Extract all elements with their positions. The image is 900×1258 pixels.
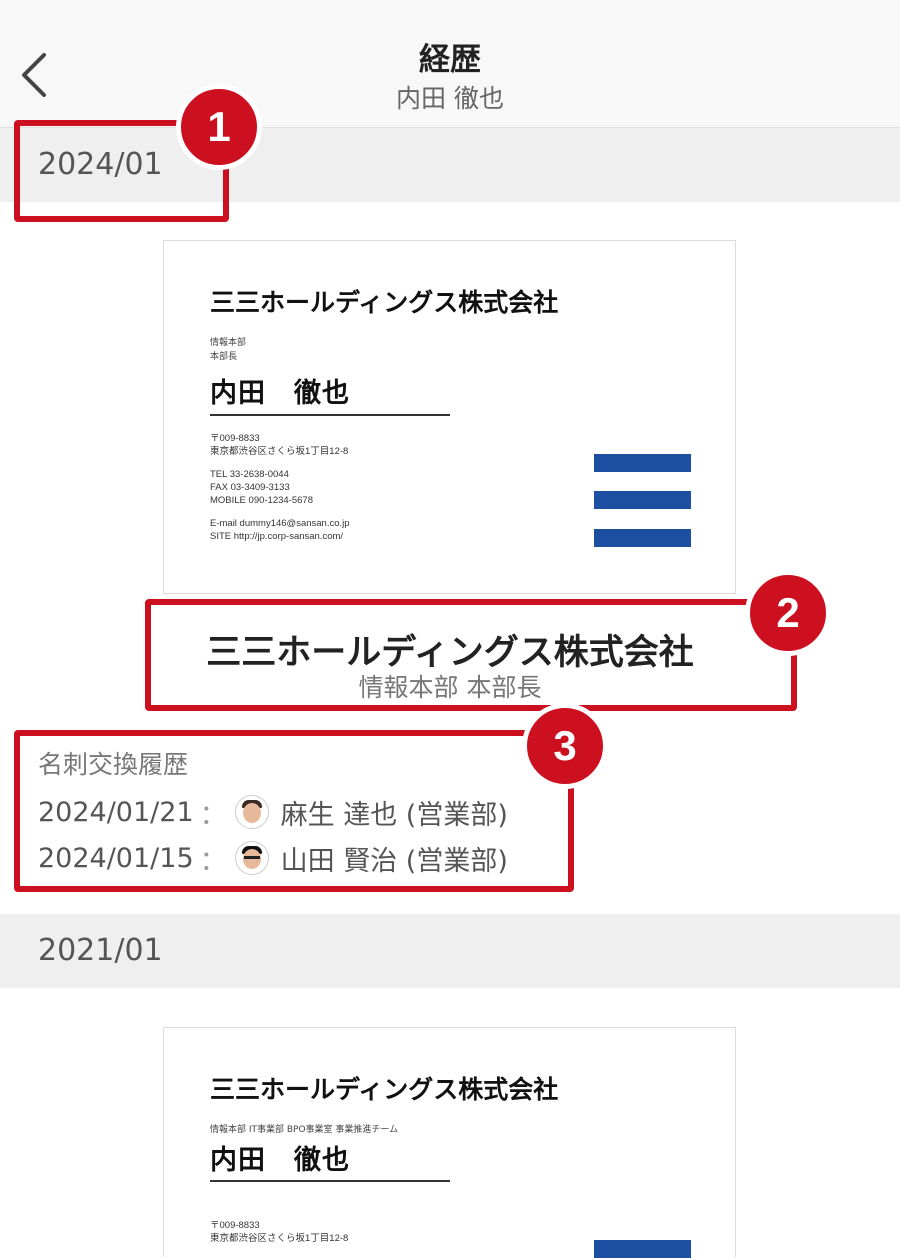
card-mobile: MOBILE 090-1234-5678 xyxy=(210,495,313,506)
card-company: 三三ホールディングス株式会社 xyxy=(210,288,559,317)
card-logo-stripe xyxy=(594,454,691,472)
card-dept: 情報本部 IT事業部 BPO事業室 事業推進チーム xyxy=(210,1125,399,1135)
annotation-badge: 3 xyxy=(522,703,608,789)
card-address: 東京都渋谷区さくら坂1丁目12-8 xyxy=(210,446,349,457)
business-card-image[interactable]: 三三ホールディングス株式会社 情報本部 IT事業部 BPO事業室 事業推進チーム… xyxy=(163,1027,736,1258)
year-section-header: 2021/01 xyxy=(0,914,900,988)
card-fax: FAX 03-3409-3133 xyxy=(210,482,290,493)
card-logo-stripe xyxy=(594,491,691,509)
annotation-box xyxy=(14,730,574,892)
card-email: E-mail dummy146@sansan.co.jp xyxy=(210,518,350,529)
annotation-box xyxy=(145,599,797,711)
card-company: 三三ホールディングス株式会社 xyxy=(210,1075,559,1104)
card-dept: 情報本部 xyxy=(210,338,247,348)
page-title: 経歴 xyxy=(419,42,481,78)
card-postal: 〒009-8833 xyxy=(210,1220,260,1231)
card-logo-stripe xyxy=(594,1240,691,1258)
card-postal: 〒009-8833 xyxy=(210,433,260,444)
card-site: SITE http://jp.corp-sansan.com/ xyxy=(210,531,344,542)
business-card-image[interactable]: 三三ホールディングス株式会社 情報本部 本部長 内田 徹也 〒009-8833 … xyxy=(163,240,736,594)
card-address: 東京都渋谷区さくら坂1丁目12-8 xyxy=(210,1233,349,1244)
annotation-badge: 1 xyxy=(176,84,262,170)
card-name: 内田 徹也 xyxy=(210,378,350,409)
card-title: 本部長 xyxy=(210,352,238,362)
card-logo-stripe xyxy=(594,529,691,547)
card-name: 内田 徹也 xyxy=(210,1145,350,1176)
annotation-badge: 2 xyxy=(745,570,831,656)
card-divider xyxy=(210,414,450,416)
page-subtitle: 内田 徹也 xyxy=(396,84,504,113)
year-label: 2021/01 xyxy=(38,933,163,968)
card-tel: TEL 33-2638-0044 xyxy=(210,469,289,480)
card-divider xyxy=(210,1180,450,1182)
